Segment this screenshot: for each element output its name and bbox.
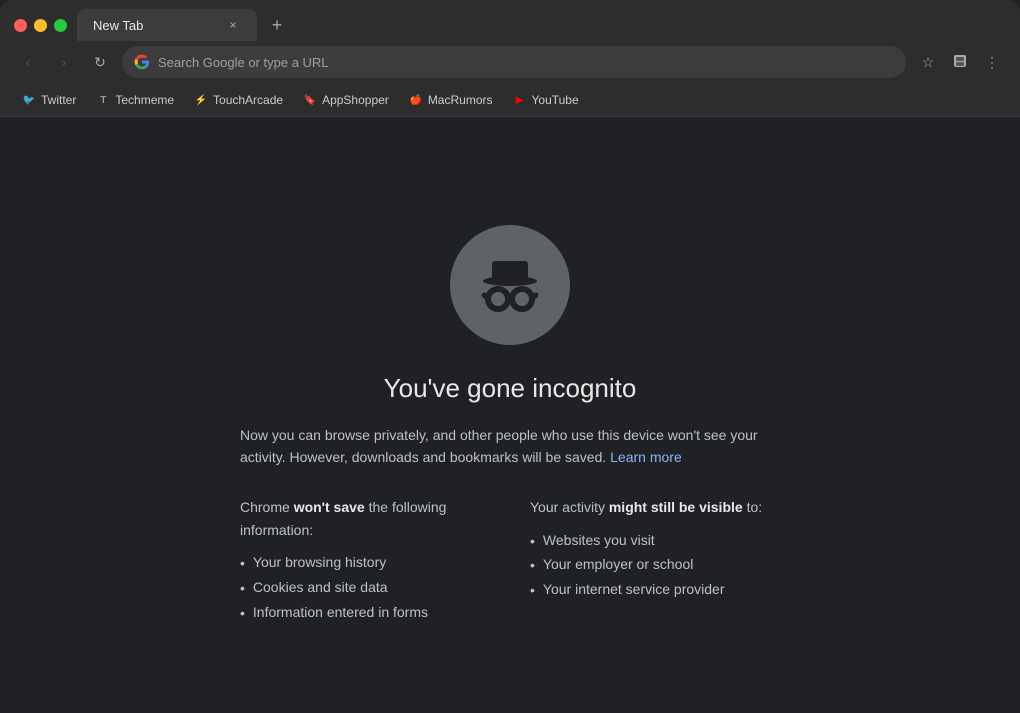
bookmark-star-button[interactable]: ☆ — [914, 48, 942, 76]
menu-icon: ⋮ — [985, 54, 999, 71]
list-item: Information entered in forms — [240, 601, 490, 626]
bookmark-twitter-label: Twitter — [41, 93, 76, 107]
macrumors-icon: 🍎 — [409, 93, 423, 107]
title-bar: New Tab × + — [0, 0, 1020, 40]
incognito-svg — [470, 245, 550, 325]
tab-title: New Tab — [93, 18, 217, 33]
wont-save-list: Your browsing history Cookies and site d… — [240, 551, 490, 625]
bookmark-appshopper[interactable]: 🔖 AppShopper — [295, 90, 397, 110]
incognito-icon-circle — [450, 225, 570, 345]
incognito-description: Now you can browse privately, and other … — [240, 424, 780, 469]
window-chrome: New Tab × + ‹ › ↻ Search Google or type … — [0, 0, 1020, 117]
learn-more-link[interactable]: Learn more — [610, 449, 682, 465]
list-item: Your employer or school — [530, 553, 780, 578]
bookmark-techmeme[interactable]: T Techmeme — [88, 90, 182, 110]
new-tab-button[interactable]: + — [263, 11, 291, 39]
google-icon — [134, 54, 150, 70]
traffic-lights — [14, 19, 67, 32]
refresh-icon: ↻ — [94, 54, 106, 71]
address-actions: ☆ ⋮ — [914, 48, 1006, 76]
techmeme-icon: T — [96, 93, 110, 107]
wont-save-title: Chrome won't save the following informat… — [240, 496, 490, 541]
tab-bar: New Tab × + — [77, 9, 1006, 41]
active-tab[interactable]: New Tab × — [77, 9, 257, 41]
bookmark-macrumors-label: MacRumors — [428, 93, 493, 107]
list-item: Cookies and site data — [240, 576, 490, 601]
toucharcade-icon: ⚡ — [194, 93, 208, 107]
address-bar[interactable]: Search Google or type a URL — [122, 46, 906, 78]
bookmark-toucharcade-label: TouchArcade — [213, 93, 283, 107]
bookmark-toucharcade[interactable]: ⚡ TouchArcade — [186, 90, 291, 110]
close-button[interactable] — [14, 19, 27, 32]
address-text: Search Google or type a URL — [158, 55, 894, 70]
back-button[interactable]: ‹ — [14, 48, 42, 76]
still-visible-list: Websites you visit Your employer or scho… — [530, 529, 780, 603]
refresh-button[interactable]: ↻ — [86, 48, 114, 76]
main-content: placeholder You've gone incognito Now yo… — [0, 117, 1020, 713]
appshopper-icon: 🔖 — [303, 93, 317, 107]
list-item: Your internet service provider — [530, 578, 780, 603]
list-item: Your browsing history — [240, 551, 490, 576]
twitter-icon: 🐦 — [22, 93, 36, 107]
youtube-icon: ▶ — [513, 93, 527, 107]
maximize-button[interactable] — [54, 19, 67, 32]
forward-button[interactable]: › — [50, 48, 78, 76]
profile-icon — [952, 53, 968, 72]
bookmark-youtube-label: YouTube — [532, 93, 579, 107]
bookmark-macrumors[interactable]: 🍎 MacRumors — [401, 90, 501, 110]
info-columns: Chrome won't save the following informat… — [240, 496, 780, 625]
back-icon: ‹ — [26, 54, 31, 70]
bookmark-twitter[interactable]: 🐦 Twitter — [14, 90, 84, 110]
bookmark-youtube[interactable]: ▶ YouTube — [505, 90, 587, 110]
bookmark-appshopper-label: AppShopper — [322, 93, 389, 107]
address-bar-row: ‹ › ↻ Search Google or type a URL ☆ — [0, 40, 1020, 86]
menu-button[interactable]: ⋮ — [978, 48, 1006, 76]
bookmarks-bar: 🐦 Twitter T Techmeme ⚡ TouchArcade 🔖 App… — [0, 86, 1020, 117]
incognito-title: You've gone incognito — [384, 373, 637, 404]
star-icon: ☆ — [922, 54, 935, 71]
minimize-button[interactable] — [34, 19, 47, 32]
still-visible-column: Your activity might still be visible to:… — [530, 496, 780, 625]
profile-button[interactable] — [946, 48, 974, 76]
forward-icon: › — [62, 54, 67, 70]
wont-save-column: Chrome won't save the following informat… — [240, 496, 490, 625]
still-visible-title: Your activity might still be visible to: — [530, 496, 780, 518]
bookmark-techmeme-label: Techmeme — [115, 93, 174, 107]
list-item: Websites you visit — [530, 529, 780, 554]
tab-close-button[interactable]: × — [225, 17, 241, 33]
